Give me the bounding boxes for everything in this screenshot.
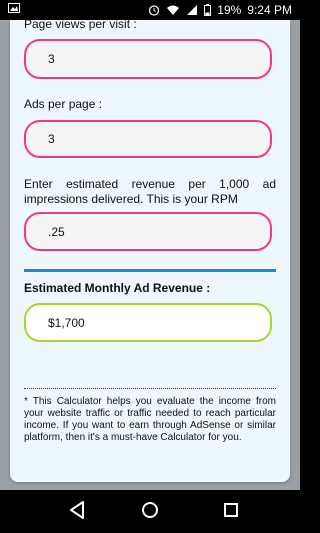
- calculator-card: Page views per visit : 3 Ads per page : …: [10, 20, 290, 482]
- photo-icon: [8, 3, 20, 13]
- app-content: Page views per visit : 3 Ads per page : …: [0, 20, 300, 490]
- page-views-label: Page views per visit :: [24, 20, 137, 31]
- page-views-input[interactable]: 3: [24, 39, 272, 79]
- alarm-icon: [149, 5, 160, 16]
- battery-icon: [204, 4, 212, 16]
- status-left: [8, 3, 20, 13]
- ads-per-page-label: Ads per page :: [24, 97, 103, 111]
- note-divider: [24, 388, 276, 389]
- rpm-label: Enter estimated revenue per 1,000 ad imp…: [24, 177, 276, 206]
- result-output: $1,700: [24, 303, 272, 342]
- battery-percent: 19%: [217, 3, 242, 17]
- status-bar: 19% 9:24 PM: [0, 0, 300, 20]
- back-icon[interactable]: [68, 500, 86, 520]
- calculator-note: * This Calculator helps you evaluate the…: [24, 396, 276, 443]
- rpm-input[interactable]: .25: [24, 212, 272, 251]
- signal-icon: [187, 5, 198, 15]
- ads-per-page-input[interactable]: 3: [24, 120, 272, 158]
- navigation-bar: [0, 490, 300, 533]
- recents-icon[interactable]: [222, 500, 240, 520]
- section-divider: [24, 269, 276, 272]
- home-icon[interactable]: [141, 500, 159, 520]
- wifi-icon: [167, 5, 180, 15]
- status-right: 19% 9:24 PM: [148, 3, 292, 17]
- result-label: Estimated Monthly Ad Revenue :: [24, 281, 211, 295]
- status-time: 9:24 PM: [247, 3, 292, 17]
